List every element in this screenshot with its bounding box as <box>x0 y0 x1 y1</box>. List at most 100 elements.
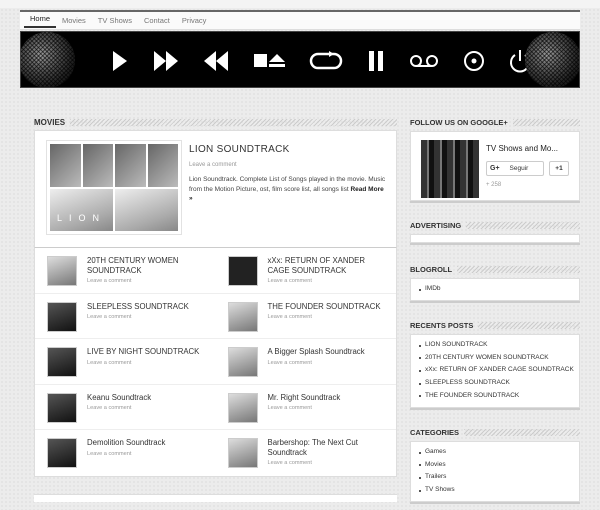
nav-contact[interactable]: Contact <box>138 16 176 25</box>
widget-title: ADVERTISING <box>410 220 462 230</box>
featured-thumbnail[interactable]: LION <box>46 140 182 235</box>
recent-posts-widget: RECENTS POSTS LION SOUNDTRACK 20TH CENTU… <box>410 319 580 408</box>
nav-privacy[interactable]: Privacy <box>176 16 213 25</box>
google-plus-icon: G+ <box>490 165 500 172</box>
post-title[interactable]: LIVE BY NIGHT SOUNDTRACK <box>87 347 199 357</box>
leave-comment-link[interactable]: Leave a comment <box>268 460 385 466</box>
thumb-caption: LION <box>56 213 106 223</box>
widget-heading: BLOGROLL <box>410 263 580 275</box>
follow-label: Seguir <box>509 165 529 172</box>
post-grid: 20TH CENTURY WOMEN SOUNDTRACK Leave a com… <box>34 247 397 477</box>
nav-movies[interactable]: Movies <box>56 16 92 25</box>
post-item[interactable]: Mr. Right Soundtrack Leave a comment <box>216 385 397 430</box>
post-thumbnail[interactable] <box>227 256 258 286</box>
leave-comment-link[interactable]: Leave a comment <box>268 314 381 320</box>
category-link[interactable]: TV Shows <box>419 484 571 497</box>
next-section-edge <box>34 494 397 502</box>
repeat-icon <box>309 50 343 71</box>
microphone-image <box>21 32 75 87</box>
recent-post-link[interactable]: 20TH CENTURY WOMEN SOUNDTRACK <box>419 352 571 365</box>
post-title[interactable]: THE FOUNDER SOUNDTRACK <box>268 302 381 312</box>
post-row: SLEEPLESS SOUNDTRACK Leave a comment THE … <box>35 294 397 339</box>
main-nav: Home Movies TV Shows Contact Privacy <box>20 10 580 30</box>
page-name[interactable]: TV Shows and Mo... <box>486 144 558 153</box>
ad-slot <box>410 234 580 243</box>
categories-list: Games Movies Trailers TV Shows <box>410 441 580 502</box>
post-title[interactable]: xXx: RETURN OF XANDER CAGE SOUNDTRACK <box>268 256 385 275</box>
stop-eject-icon <box>253 51 285 71</box>
post-item[interactable]: SLEEPLESS SOUNDTRACK Leave a comment <box>35 294 216 339</box>
recent-post-link[interactable]: THE FOUNDER SOUNDTRACK <box>419 390 571 403</box>
post-thumbnail[interactable] <box>227 392 258 423</box>
category-link[interactable]: Games <box>419 446 571 459</box>
category-link[interactable]: Movies <box>419 459 571 472</box>
post-thumbnail[interactable] <box>227 301 258 332</box>
top-strip <box>0 0 600 8</box>
post-item[interactable]: THE FOUNDER SOUNDTRACK Leave a comment <box>216 294 397 339</box>
leave-comment-link[interactable]: Leave a comment <box>268 405 341 411</box>
post-row: LIVE BY NIGHT SOUNDTRACK Leave a comment … <box>35 339 396 385</box>
post-title[interactable]: Barbershop: The Next Cut Soundtrack <box>268 438 385 457</box>
page-avatar[interactable] <box>421 140 479 198</box>
post-thumbnail[interactable] <box>227 347 258 377</box>
heading-stripes <box>457 265 580 273</box>
post-item[interactable]: LIVE BY NIGHT SOUNDTRACK Leave a comment <box>35 339 216 384</box>
leave-comment-link[interactable]: Leave a comment <box>87 451 165 457</box>
leave-comment-link[interactable]: Leave a comment <box>189 162 237 168</box>
post-item[interactable]: Keanu Soundtrack Leave a comment <box>35 385 216 430</box>
post-row: Keanu Soundtrack Leave a comment Mr. Righ… <box>35 385 397 430</box>
voicemail-icon <box>409 54 439 68</box>
widget-heading: CATEGORIES <box>410 426 580 438</box>
header-banner[interactable] <box>20 31 580 88</box>
post-item[interactable]: Barbershop: The Next Cut Soundtrack Leave… <box>216 430 397 476</box>
nav-tv-shows[interactable]: TV Shows <box>92 16 138 25</box>
post-thumbnail[interactable] <box>47 301 77 332</box>
nav-home[interactable]: Home <box>24 14 57 28</box>
record-icon <box>463 50 485 72</box>
microphone-image <box>525 32 579 87</box>
pause-icon <box>367 50 385 72</box>
post-thumbnail[interactable] <box>227 438 258 468</box>
widget-heading: FOLLOW US ON GOOGLE+ <box>410 116 580 128</box>
featured-title[interactable]: LION SOUNDTRACK <box>189 144 290 155</box>
leave-comment-link[interactable]: Leave a comment <box>268 278 385 284</box>
leave-comment-link[interactable]: Leave a comment <box>87 314 189 320</box>
post-thumbnail[interactable] <box>47 392 77 423</box>
widget-title: CATEGORIES <box>410 427 460 437</box>
blogroll-widget: BLOGROLL IMDb <box>410 263 580 301</box>
plus-one-button[interactable]: +1 <box>549 161 569 176</box>
recent-post-link[interactable]: SLEEPLESS SOUNDTRACK <box>419 377 571 390</box>
leave-comment-link[interactable]: Leave a comment <box>268 360 365 366</box>
advertising-widget: ADVERTISING <box>410 219 580 243</box>
post-title[interactable]: A Bigger Splash Soundtrack <box>268 347 365 357</box>
post-title[interactable]: Mr. Right Soundtrack <box>268 393 341 403</box>
leave-comment-link[interactable]: Leave a comment <box>87 405 151 411</box>
recent-post-link[interactable]: xXx: RETURN OF XANDER CAGE SOUNDTRACK <box>419 364 574 377</box>
post-title[interactable]: Keanu Soundtrack <box>87 393 151 403</box>
featured-post: LION LION SOUNDTRACK Leave a comment Lio… <box>34 130 397 248</box>
post-row: Demolition Soundtrack Leave a comment Bar… <box>35 430 396 476</box>
post-title[interactable]: SLEEPLESS SOUNDTRACK <box>87 302 189 312</box>
post-item[interactable]: xXx: RETURN OF XANDER CAGE SOUNDTRACK Lea… <box>216 248 397 293</box>
post-title[interactable]: Demolition Soundtrack <box>87 438 165 448</box>
leave-comment-link[interactable]: Leave a comment <box>87 360 199 366</box>
post-row: 20TH CENTURY WOMEN SOUNDTRACK Leave a com… <box>35 248 396 294</box>
recent-post-link[interactable]: LION SOUNDTRACK <box>419 339 571 352</box>
featured-excerpt: Lion Soundtrack. Complete List of Songs … <box>189 175 389 204</box>
widget-heading: ADVERTISING <box>410 219 580 231</box>
section-heading: MOVIES <box>34 116 397 128</box>
movies-section: MOVIES LION LION SOUNDTRACK Leave a comm… <box>34 116 397 477</box>
category-link[interactable]: Trailers <box>419 471 571 484</box>
heading-stripes <box>478 321 580 329</box>
recent-posts-list: LION SOUNDTRACK 20TH CENTURY WOMEN SOUND… <box>410 334 580 408</box>
post-thumbnail[interactable] <box>47 438 77 468</box>
post-title[interactable]: 20TH CENTURY WOMEN SOUNDTRACK <box>87 256 204 275</box>
post-item[interactable]: 20TH CENTURY WOMEN SOUNDTRACK Leave a com… <box>35 248 216 293</box>
post-thumbnail[interactable] <box>47 347 77 377</box>
post-item[interactable]: Demolition Soundtrack Leave a comment <box>35 430 216 476</box>
post-item[interactable]: A Bigger Splash Soundtrack Leave a commen… <box>216 339 397 384</box>
blogroll-link[interactable]: IMDb <box>419 283 571 296</box>
leave-comment-link[interactable]: Leave a comment <box>87 278 204 284</box>
follow-button[interactable]: G+ Seguir <box>486 161 544 176</box>
post-thumbnail[interactable] <box>47 256 77 286</box>
